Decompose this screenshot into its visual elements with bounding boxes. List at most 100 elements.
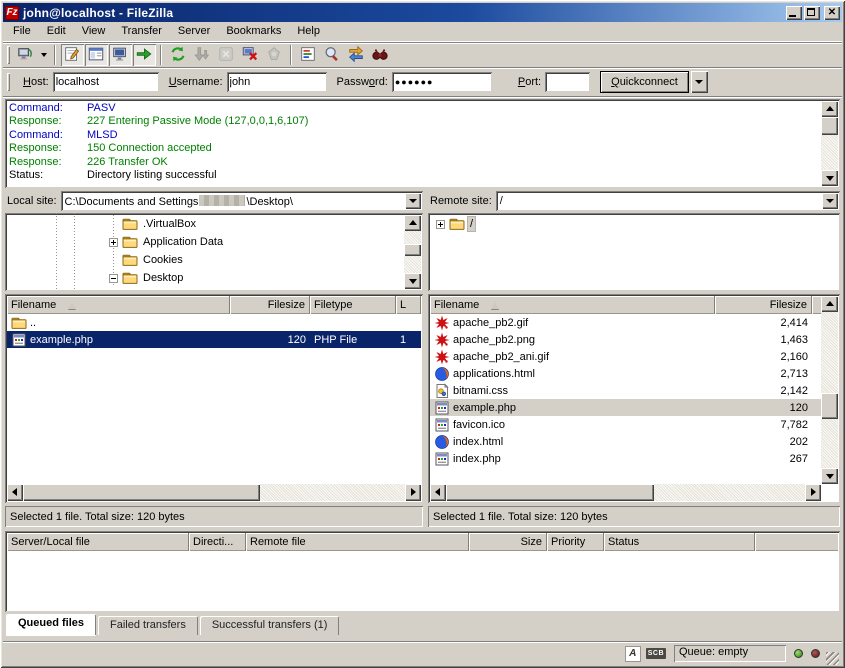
expand-icon[interactable] (436, 220, 445, 229)
local-site-combo[interactable]: C:\Documents and Settings\Desktop\ (61, 191, 423, 211)
remote-site-combo[interactable]: / (496, 191, 840, 211)
scroll-left-button[interactable] (7, 484, 23, 501)
queue-column-status[interactable]: Status (604, 533, 755, 551)
toggle-remote-tree-button[interactable] (109, 44, 132, 66)
find-files-button[interactable] (369, 44, 392, 66)
file-row-bitnami-css[interactable]: bitnami.css2,142 (430, 382, 821, 399)
scroll-thumb[interactable] (821, 393, 838, 419)
scroll-up-button[interactable] (821, 296, 838, 312)
menu-help[interactable]: Help (289, 23, 328, 40)
menu-file[interactable]: File (5, 23, 39, 40)
column-header-filename[interactable]: Filename (430, 296, 715, 314)
column-header-filename[interactable]: Filename (7, 296, 230, 314)
modified-cell (396, 314, 421, 331)
file-row-apache-pb2-png[interactable]: apache_pb2.png1,463 (430, 331, 821, 348)
scroll-up-button[interactable] (404, 215, 421, 231)
directory-filters-button[interactable] (297, 44, 320, 66)
resize-grip[interactable] (826, 652, 839, 665)
menu-view[interactable]: View (74, 23, 114, 40)
queue-column-server-local-file[interactable]: Server/Local file (7, 533, 189, 551)
column-header-l[interactable]: L (396, 296, 421, 314)
queue-column-size[interactable]: Size (469, 533, 547, 551)
file-row-applications-html[interactable]: applications.html2,713 (430, 365, 821, 382)
remote-site-dropdown-button[interactable] (822, 193, 838, 209)
scroll-down-button[interactable] (821, 170, 838, 186)
scroll-thumb[interactable] (23, 484, 260, 501)
local-tree-scrollbar[interactable] (404, 215, 421, 289)
tree-item-virtualbox[interactable]: .VirtualBox (109, 215, 403, 233)
scroll-right-button[interactable] (805, 484, 821, 501)
file-row-index-html[interactable]: index.html202 (430, 433, 821, 450)
scroll-down-button[interactable] (404, 273, 421, 289)
file-row-example-php[interactable]: example.php120 (430, 399, 821, 416)
collapse-icon[interactable] (109, 274, 118, 283)
scroll-track[interactable] (821, 312, 838, 468)
scroll-up-button[interactable] (821, 101, 838, 117)
menu-edit[interactable]: Edit (39, 23, 74, 40)
quickconnect-dropdown-button[interactable] (691, 71, 708, 93)
synchronized-browsing-button[interactable] (345, 44, 368, 66)
scroll-down-button[interactable] (821, 468, 838, 484)
file-row-item[interactable]: .. (7, 314, 421, 331)
quickconnect-button[interactable]: Quickconnect (600, 71, 689, 93)
directory-comparison-button[interactable] (321, 44, 344, 66)
scroll-thumb[interactable] (821, 117, 838, 135)
disconnect-button[interactable] (239, 44, 262, 66)
menu-bookmarks[interactable]: Bookmarks (218, 23, 289, 40)
tab-failed-transfers[interactable]: Failed transfers (98, 616, 198, 635)
tab-successful-transfers-1[interactable]: Successful transfers (1) (200, 616, 340, 635)
file-row-index-php[interactable]: index.php267 (430, 450, 821, 467)
log-line: Command:PASV (9, 102, 820, 115)
refresh-button[interactable] (167, 44, 190, 66)
site-manager-dropdown-button[interactable] (37, 44, 50, 66)
scroll-track[interactable] (446, 484, 805, 501)
tree-item-item[interactable]: / (436, 215, 820, 233)
username-input[interactable] (227, 72, 327, 92)
scroll-track[interactable] (23, 484, 405, 501)
queue-column-directi[interactable]: Directi... (189, 533, 246, 551)
port-input[interactable] (545, 72, 590, 92)
column-header-filetype[interactable]: Filetype (310, 296, 396, 314)
remote-list-hscrollbar[interactable] (430, 484, 821, 501)
file-row-apache-pb2-gif[interactable]: apache_pb2.gif2,414 (430, 314, 821, 331)
toolbar-grip[interactable] (7, 46, 10, 64)
html-icon (434, 366, 450, 382)
column-header-filesize[interactable]: Filesize (715, 296, 812, 314)
minimize-button[interactable] (786, 6, 802, 20)
remote-list-scrollbar[interactable] (821, 296, 838, 484)
tree-item-cookies[interactable]: Cookies (109, 251, 403, 269)
queue-column-remote-file[interactable]: Remote file (246, 533, 469, 551)
host-input[interactable] (53, 72, 159, 92)
scroll-track[interactable] (404, 231, 421, 273)
maximize-button[interactable] (804, 6, 820, 20)
menu-server[interactable]: Server (170, 23, 218, 40)
filesize-cell: 7,782 (715, 416, 812, 433)
scroll-thumb[interactable] (446, 484, 654, 501)
toolbar-separator (290, 45, 292, 65)
expand-icon[interactable] (109, 238, 118, 247)
file-row-example-php[interactable]: example.php120PHP File1 (7, 331, 421, 348)
tree-item-desktop[interactable]: Desktop (109, 269, 403, 287)
quickconnect-grip[interactable] (7, 73, 10, 91)
local-list-hscrollbar[interactable] (7, 484, 421, 501)
scroll-track[interactable] (821, 117, 838, 170)
file-row-favicon-ico[interactable]: favicon.ico7,782 (430, 416, 821, 433)
scroll-thumb[interactable] (404, 244, 421, 256)
queue-column-priority[interactable]: Priority (547, 533, 604, 551)
log-scrollbar[interactable] (821, 101, 838, 186)
file-row-apache-pb2-ani-gif[interactable]: apache_pb2_ani.gif2,160 (430, 348, 821, 365)
column-header-filesize[interactable]: Filesize (230, 296, 310, 314)
scroll-right-button[interactable] (405, 484, 421, 501)
toggle-message-log-button[interactable] (61, 44, 84, 66)
toggle-transfer-queue-button[interactable] (133, 44, 156, 66)
filesize-cell: 267 (715, 450, 812, 467)
close-button[interactable]: ✕ (824, 6, 840, 20)
menu-transfer[interactable]: Transfer (113, 23, 170, 40)
password-input[interactable] (392, 72, 492, 92)
toggle-local-tree-button[interactable] (85, 44, 108, 66)
local-site-dropdown-button[interactable] (405, 193, 421, 209)
scroll-left-button[interactable] (430, 484, 446, 501)
site-manager-button[interactable] (14, 44, 37, 66)
tree-item-application-data[interactable]: Application Data (109, 233, 403, 251)
tab-queued-files[interactable]: Queued files (6, 614, 96, 635)
